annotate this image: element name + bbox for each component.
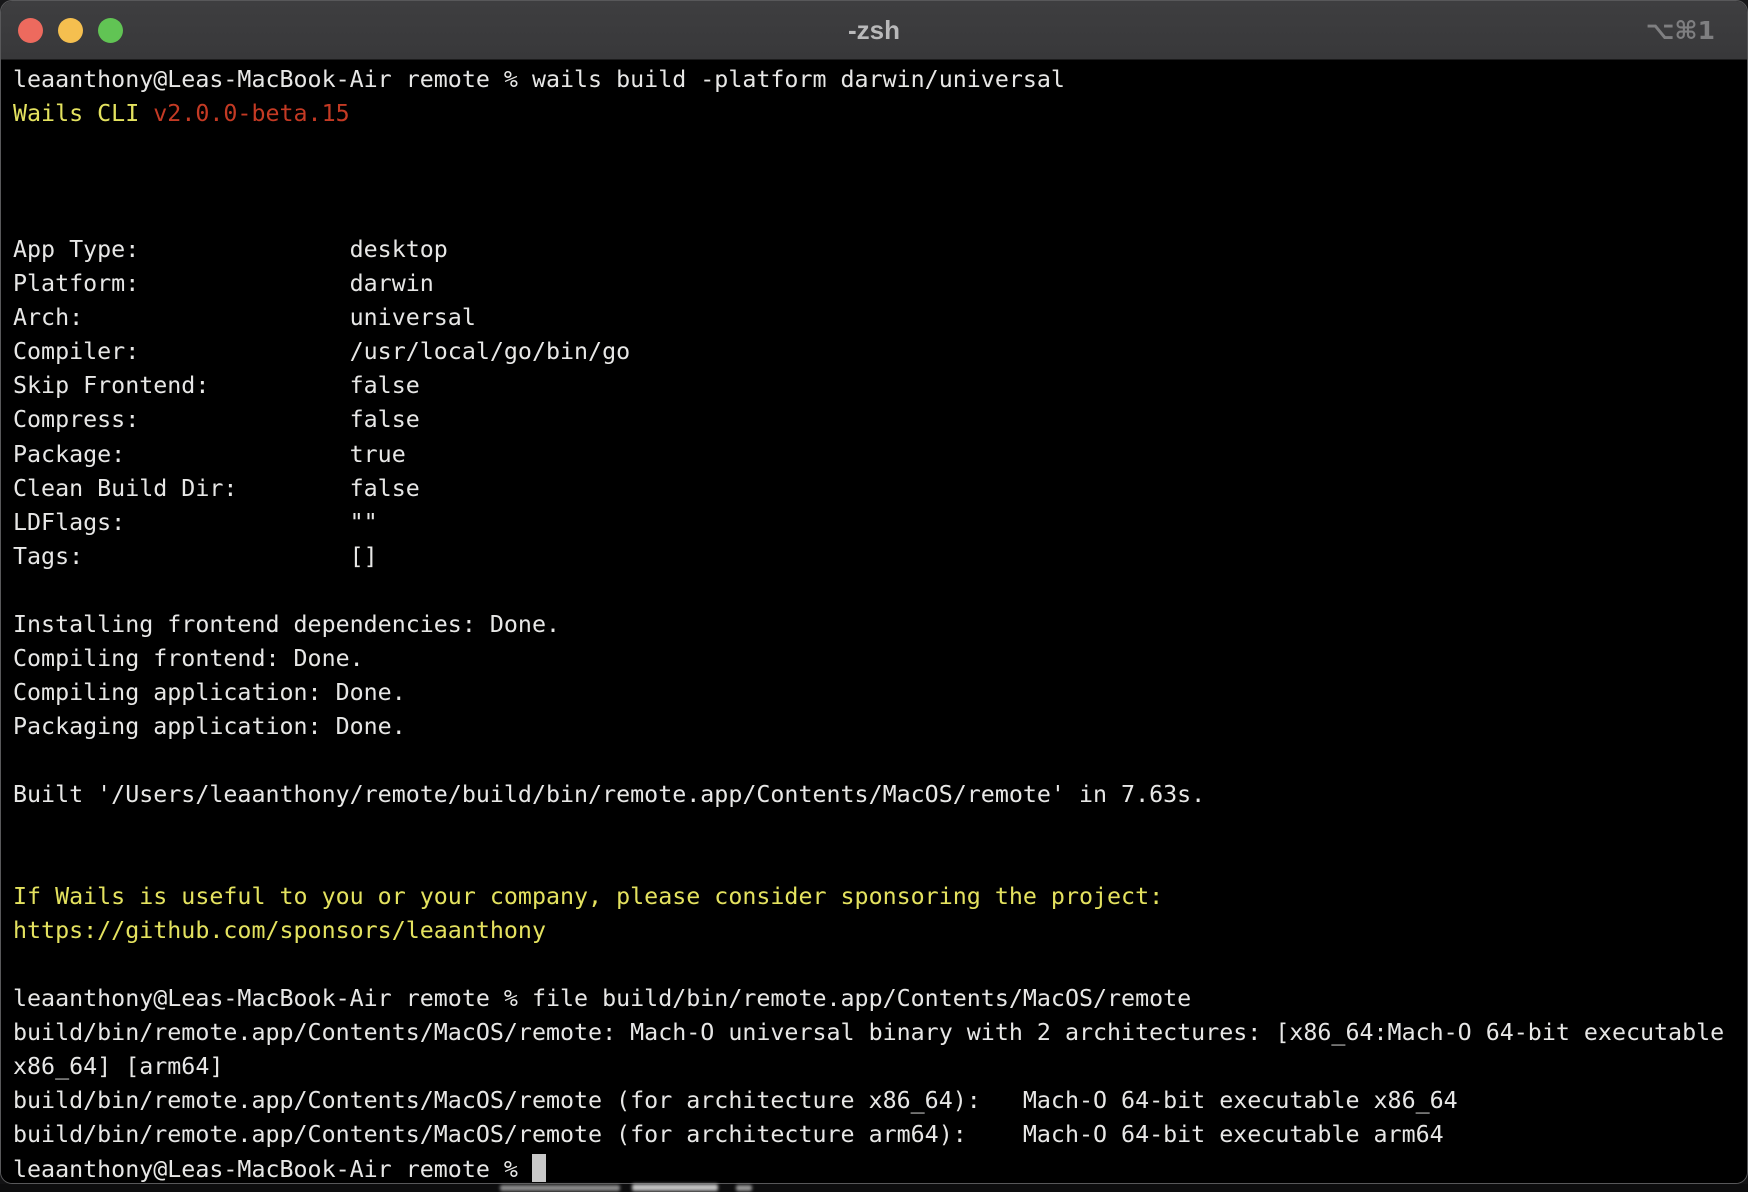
terminal-line: Tags: [] [13, 540, 1747, 574]
terminal-line: Wails CLI v2.0.0-beta.15 [13, 97, 1747, 131]
terminal-line: Packaging application: Done. [13, 710, 1747, 744]
terminal-line: x86_64] [arm64] [13, 1050, 1747, 1084]
background-window-fragment [500, 1185, 620, 1191]
terminal-line: https://github.com/sponsors/leaanthony [13, 914, 1747, 948]
terminal-cursor [532, 1154, 546, 1182]
terminal-line: Clean Build Dir: false [13, 472, 1747, 506]
terminal-text-segment: leaanthony@Leas-MacBook-Air remote % wai… [13, 66, 1065, 93]
terminal-text-segment: Wails CLI [13, 100, 153, 127]
terminal-text-segment: Skip Frontend: false [13, 372, 420, 399]
terminal-line: Compress: false [13, 403, 1747, 437]
terminal-line [13, 131, 1747, 165]
terminal-text-segment: LDFlags: "" [13, 509, 378, 536]
terminal-line: Arch: universal [13, 301, 1747, 335]
terminal-text-segment: leaanthony@Leas-MacBook-Air remote % fil… [13, 985, 1191, 1012]
terminal-line [13, 199, 1747, 233]
terminal-text-segment: Arch: universal [13, 304, 476, 331]
terminal-text-segment: Installing frontend dependencies: Done. [13, 611, 560, 638]
terminal-text-segment: Compiling frontend: Done. [13, 645, 364, 672]
terminal-line [13, 574, 1747, 608]
terminal-line: build/bin/remote.app/Contents/MacOS/remo… [13, 1016, 1747, 1050]
terminal-line: leaanthony@Leas-MacBook-Air remote % fil… [13, 982, 1747, 1016]
terminal-line: Compiling frontend: Done. [13, 642, 1747, 676]
terminal-text-segment: Compiler: /usr/local/go/bin/go [13, 338, 630, 365]
terminal-line: Installing frontend dependencies: Done. [13, 608, 1747, 642]
terminal-text-segment: Compress: false [13, 406, 420, 433]
terminal-line: App Type: desktop [13, 233, 1747, 267]
terminal-text-segment: https://github.com/sponsors/leaanthony [13, 917, 546, 944]
terminal-line [13, 744, 1747, 778]
background-window-fragment [0, 1184, 1748, 1192]
terminal-text-segment: Packaging application: Done. [13, 713, 406, 740]
terminal-line [13, 165, 1747, 199]
terminal-line: leaanthony@Leas-MacBook-Air remote % wai… [13, 63, 1747, 97]
terminal-line: Compiling application: Done. [13, 676, 1747, 710]
terminal-text-segment: Platform: darwin [13, 270, 434, 297]
terminal-line: Built '/Users/leaanthony/remote/build/bi… [13, 778, 1747, 812]
background-window-fragment [632, 1184, 718, 1191]
terminal-line: leaanthony@Leas-MacBook-Air remote % [13, 1153, 1747, 1185]
terminal-line: If Wails is useful to you or your compan… [13, 880, 1747, 914]
terminal-line: LDFlags: "" [13, 506, 1747, 540]
terminal-window: -zsh ⌥⌘1 leaanthony@Leas-MacBook-Air rem… [0, 0, 1748, 1184]
terminal-line: build/bin/remote.app/Contents/MacOS/remo… [13, 1118, 1747, 1152]
title-bar[interactable]: -zsh ⌥⌘1 [1, 1, 1747, 60]
terminal-line: Skip Frontend: false [13, 369, 1747, 403]
background-window-fragment [736, 1185, 752, 1191]
window-title: -zsh [1, 1, 1747, 60]
terminal-line: Compiler: /usr/local/go/bin/go [13, 335, 1747, 369]
terminal-line [13, 846, 1747, 880]
terminal-text-segment: build/bin/remote.app/Contents/MacOS/remo… [13, 1019, 1724, 1046]
terminal-text-segment: If Wails is useful to you or your compan… [13, 883, 1163, 910]
terminal-text-segment: leaanthony@Leas-MacBook-Air remote % [13, 1156, 532, 1183]
terminal-line: Platform: darwin [13, 267, 1747, 301]
terminal-line [13, 948, 1747, 982]
terminal-text-segment: v2.0.0-beta.15 [153, 100, 349, 127]
terminal-line [13, 812, 1747, 846]
terminal-text-segment: App Type: desktop [13, 236, 448, 263]
terminal-text-segment: Compiling application: Done. [13, 679, 406, 706]
terminal-text-segment: Clean Build Dir: false [13, 475, 420, 502]
terminal-text-segment: Tags: [] [13, 543, 378, 570]
terminal-screen[interactable]: leaanthony@Leas-MacBook-Air remote % wai… [1, 61, 1747, 1183]
terminal-text-segment: Built '/Users/leaanthony/remote/build/bi… [13, 781, 1205, 808]
terminal-text-segment: build/bin/remote.app/Contents/MacOS/remo… [13, 1087, 1458, 1114]
terminal-text-segment: x86_64] [arm64] [13, 1053, 223, 1080]
terminal-text-segment: Package: true [13, 441, 406, 468]
terminal-line: build/bin/remote.app/Contents/MacOS/remo… [13, 1084, 1747, 1118]
window-shortcut-hint: ⌥⌘1 [1646, 1, 1715, 60]
terminal-text-segment: build/bin/remote.app/Contents/MacOS/remo… [13, 1121, 1444, 1148]
terminal-line: Package: true [13, 438, 1747, 472]
